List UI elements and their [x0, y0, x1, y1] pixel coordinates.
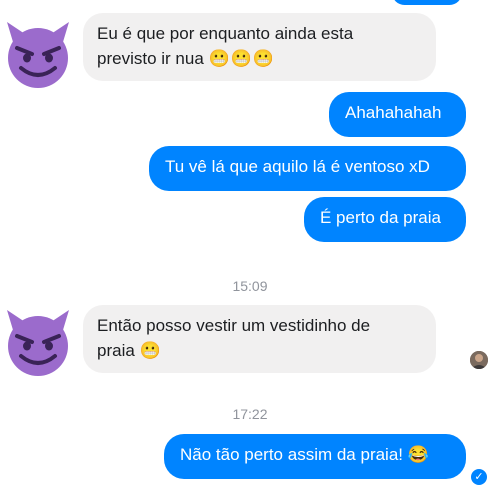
incoming-message-bubble: Eu é que por enquanto ainda esta previst…: [83, 13, 436, 81]
message-text: previsto ir nua: [97, 49, 204, 68]
grimacing-emoji: 😬😬😬: [208, 49, 276, 68]
grimacing-emoji: 😬: [139, 341, 162, 360]
read-receipt-avatar[interactable]: [470, 351, 488, 369]
previous-message-bubble-edge: [392, 0, 462, 5]
smiling-devil-avatar-icon: [7, 310, 69, 376]
timestamp: 15:09: [232, 278, 268, 294]
incoming-message-bubble: Então posso vestir um vestidinho de prai…: [83, 305, 436, 373]
smiling-devil-avatar-icon: [7, 22, 69, 88]
message-text: Não tão perto assim da praia!: [180, 445, 404, 464]
timestamp: 17:22: [232, 406, 268, 422]
tears-of-joy-emoji: 😂: [407, 445, 429, 464]
message-text: Ahahahahah: [345, 103, 442, 122]
message-text: praia: [97, 341, 135, 360]
message-text: É perto da praia: [320, 208, 441, 227]
profile-photo-icon: [470, 351, 488, 369]
message-text: Tu vê lá que aquilo lá é ventoso xD: [165, 157, 430, 176]
outgoing-message-bubble: É perto da praia: [304, 197, 466, 242]
outgoing-message-bubble: Ahahahahah: [329, 92, 466, 137]
message-text: Eu é que por enquanto ainda esta: [97, 24, 354, 43]
outgoing-message-bubble: Tu vê lá que aquilo lá é ventoso xD: [149, 146, 466, 191]
delivered-check-icon: ✓: [471, 469, 487, 485]
message-text: Então posso vestir um vestidinho de: [97, 316, 371, 335]
outgoing-message-bubble: Não tão perto assim da praia! 😂: [164, 434, 466, 479]
